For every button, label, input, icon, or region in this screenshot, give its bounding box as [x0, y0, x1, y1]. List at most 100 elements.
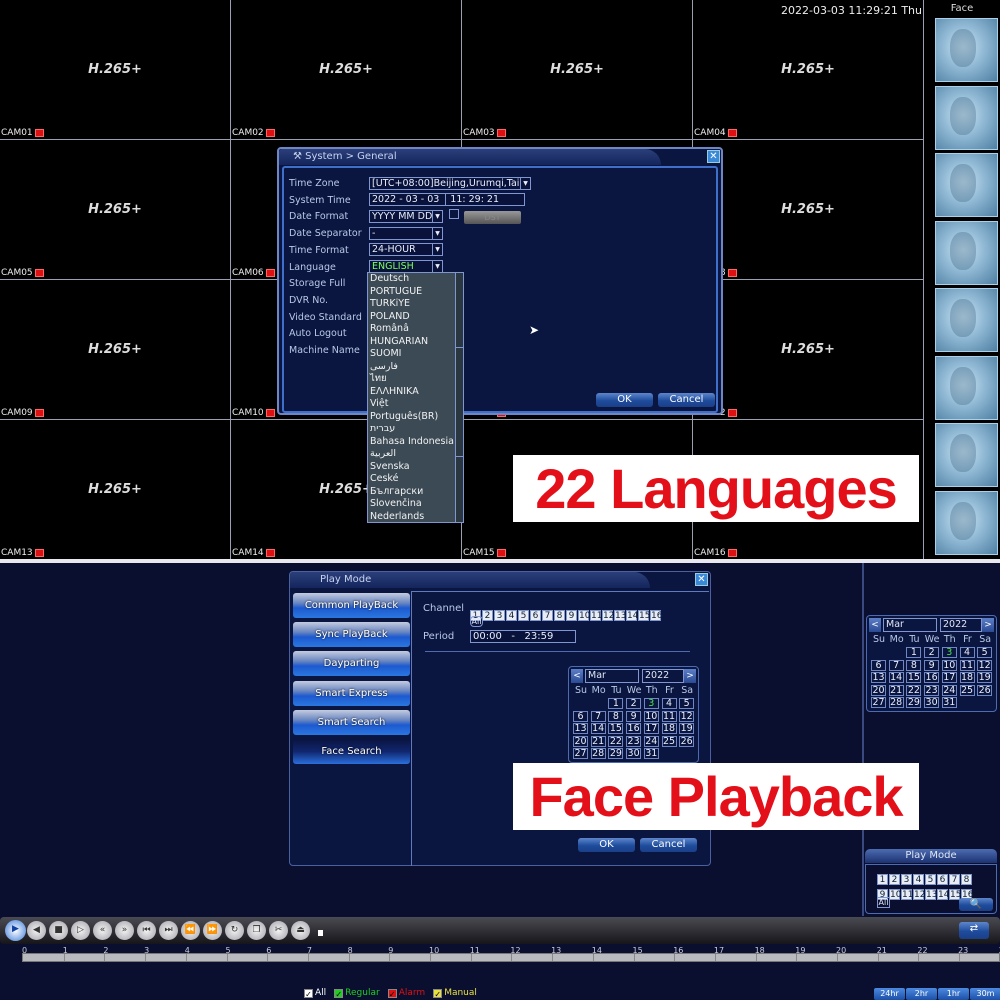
mode-button[interactable]: Dayparting — [293, 651, 410, 677]
calendar-day[interactable]: 30 — [626, 748, 642, 759]
calendar-day[interactable]: 8 — [608, 710, 624, 722]
calendar-day[interactable]: 27 — [871, 697, 886, 708]
calendar-day[interactable]: 3 — [941, 647, 957, 658]
cancel-button[interactable]: Cancel — [658, 393, 715, 407]
calendar-day[interactable]: 23 — [924, 684, 940, 696]
camera-tile[interactable]: H.265+ CAM02 — [231, 0, 462, 140]
calendar-day[interactable]: 14 — [888, 672, 904, 683]
search-button[interactable]: 🔍 — [959, 898, 993, 911]
channel-checkbox[interactable]: 5 — [925, 874, 936, 885]
calendar-day[interactable]: 18 — [661, 723, 677, 734]
language-option[interactable]: Bahasa Indonesia — [368, 436, 463, 449]
calendar-day[interactable]: 13 — [573, 723, 588, 734]
calendar-day[interactable]: 5 — [679, 698, 695, 709]
language-option[interactable]: Việt — [368, 398, 463, 411]
slow-reverse-button[interactable]: ◀ — [27, 921, 46, 940]
calendar-day[interactable]: 29 — [906, 697, 922, 708]
language-option[interactable]: Svenska — [368, 461, 463, 474]
mode-button[interactable]: Smart Express — [293, 680, 410, 706]
language-option[interactable]: PORTUGUÊ — [368, 286, 463, 299]
face-thumbnail[interactable] — [935, 490, 998, 555]
channel-checkbox[interactable]: 11 — [590, 610, 602, 621]
language-dropdown-list[interactable]: Deutsch PORTUGUÊ TÜRKiYE POLAND Românâ HUNGAR… — [367, 272, 464, 523]
calendar-day[interactable]: 17 — [643, 723, 659, 734]
stop-button[interactable]: ■ — [49, 921, 68, 940]
calendar-day[interactable]: 24 — [643, 735, 659, 747]
language-option[interactable]: Românâ — [368, 323, 463, 336]
timeline-bar[interactable] — [22, 953, 1000, 962]
clip-button[interactable]: ✂ — [269, 921, 288, 940]
year-field[interactable]: 2022 — [642, 669, 684, 683]
filter-manual[interactable]: ✓ Manual — [433, 988, 477, 999]
filter-all[interactable]: ✓ All — [304, 988, 326, 999]
period-field[interactable]: 00:00 - 23:59 — [470, 630, 576, 643]
language-option[interactable]: Slovenčina — [368, 498, 463, 511]
camera-tile[interactable]: H.265+CAM08 — [693, 140, 924, 280]
face-thumbnail[interactable] — [935, 153, 998, 217]
next-month-button[interactable]: > — [684, 669, 696, 683]
calendar-day[interactable]: 25 — [959, 684, 975, 696]
refresh-button[interactable]: ↻ — [225, 921, 244, 940]
camera-tile[interactable]: H.265+ CAM01 — [0, 0, 231, 140]
calendar-day[interactable]: 29 — [608, 748, 624, 759]
channel-checkbox[interactable]: 10 — [578, 610, 590, 621]
calendar-day[interactable]: 24 — [941, 684, 957, 696]
time-format-select[interactable]: 24-HOUR ▼ — [369, 243, 443, 256]
close-button[interactable]: ✕ — [707, 150, 720, 163]
channel-checkbox[interactable]: 13 — [925, 889, 937, 900]
channel-checkbox[interactable]: 8 — [554, 610, 565, 621]
channel-checkbox[interactable]: 16 — [650, 610, 662, 621]
language-option[interactable]: ไทย — [368, 373, 463, 386]
calendar-day[interactable]: 11 — [959, 659, 975, 671]
language-option[interactable]: עברית — [368, 423, 463, 436]
channel-checkbox[interactable]: 10 — [889, 889, 901, 900]
play-button[interactable]: ▶ — [5, 920, 26, 941]
mode-button[interactable]: Smart Search — [293, 709, 410, 735]
face-thumbnail[interactable] — [935, 288, 998, 352]
language-option[interactable]: TÜRKiYE — [368, 298, 463, 311]
prev-month-button[interactable]: < — [869, 618, 881, 632]
face-thumbnail[interactable] — [935, 18, 998, 82]
next-month-button[interactable]: > — [982, 618, 994, 632]
calendar-day[interactable]: 16 — [924, 672, 940, 683]
calendar-day[interactable]: 4 — [959, 647, 975, 658]
filter-regular[interactable]: ✓ Regular — [334, 988, 380, 999]
calendar-day[interactable]: 7 — [888, 659, 904, 671]
calendar-day[interactable]: 31 — [941, 697, 957, 708]
calendar-day[interactable]: 3 — [643, 698, 659, 709]
channel-checkbox[interactable]: 14 — [937, 889, 949, 900]
ok-button[interactable]: OK — [596, 393, 653, 407]
switch-view-button[interactable]: ⇄ — [959, 922, 989, 939]
prev-month-button[interactable]: < — [571, 669, 583, 683]
calendar-day[interactable]: 16 — [626, 723, 642, 734]
dst-checkbox[interactable] — [449, 209, 459, 219]
language-option[interactable]: ΕΛΛΗΝΙΚΑ — [368, 386, 463, 399]
calendar-day[interactable]: 7 — [590, 710, 606, 722]
date-separator-select[interactable]: - ▼ — [369, 227, 443, 240]
scrollbar[interactable] — [455, 273, 463, 522]
channel-checkbox[interactable]: 2 — [482, 610, 493, 621]
channel-checkbox[interactable]: 4 — [913, 874, 924, 885]
calendar-day[interactable]: 20 — [871, 684, 886, 696]
range-button[interactable]: 2hr — [906, 988, 937, 1000]
fast-forward-button[interactable]: » — [115, 921, 134, 940]
year-field[interactable]: 2022 — [940, 618, 982, 632]
next-frame-button[interactable]: ⏭ — [159, 921, 178, 940]
channel-checkbox[interactable]: 15 — [638, 610, 650, 621]
face-thumbnail[interactable] — [935, 355, 998, 420]
calendar-day[interactable]: 17 — [941, 672, 957, 683]
calendar-day[interactable]: 6 — [871, 659, 886, 671]
channel-checkbox[interactable]: 11 — [901, 889, 913, 900]
face-thumbnail[interactable] — [935, 423, 998, 487]
language-option[interactable]: Deutsch — [368, 273, 463, 286]
prev-frame-button[interactable]: ⏮ — [137, 921, 156, 940]
side-all-channels-button[interactable]: All — [877, 897, 890, 908]
fullscreen-button[interactable]: ❐ — [247, 921, 266, 940]
filter-alarm[interactable]: ✓ Alarm — [387, 988, 425, 999]
channel-checkbox[interactable]: 3 — [901, 874, 912, 885]
mode-button[interactable]: Common PlayBack — [293, 593, 410, 618]
calendar-day[interactable]: 15 — [608, 723, 624, 734]
channel-checkbox[interactable]: 9 — [566, 610, 577, 621]
calendar-day[interactable]: 28 — [590, 748, 606, 759]
calendar-day[interactable]: 18 — [959, 672, 975, 683]
